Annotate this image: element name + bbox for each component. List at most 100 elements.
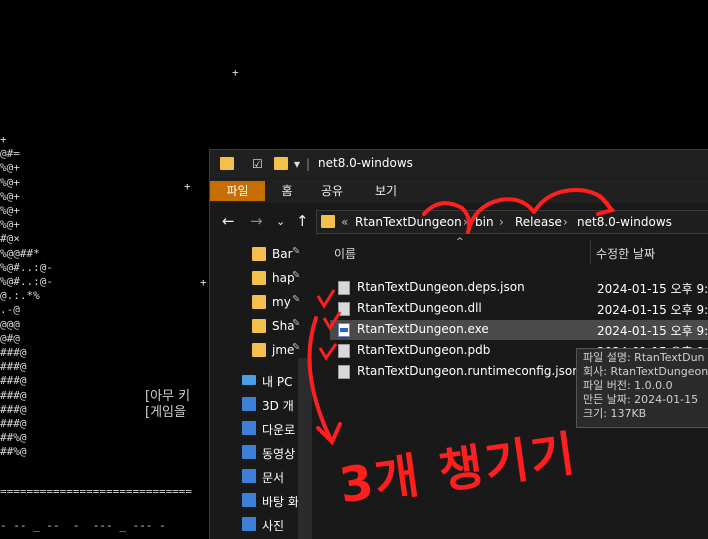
pin-icon[interactable]: ✎ [292, 294, 300, 305]
properties-icon[interactable]: ☑ [252, 157, 263, 171]
breadcrumb-segment[interactable]: Release [515, 211, 562, 233]
sidebar-item-label: 내 PC [262, 375, 293, 389]
file-name: RtanTextDungeon.exe [357, 322, 489, 336]
window-title: net8.0-windows [318, 156, 413, 170]
folder-icon [252, 295, 266, 309]
forward-arrow-icon[interactable]: → [250, 212, 263, 230]
console-art-line: ###@ [0, 360, 27, 374]
console-plus-mark: + [184, 180, 191, 193]
back-arrow-icon[interactable]: ← [222, 212, 235, 230]
file-row[interactable]: RtanTextDungeon.exe 2024-01-15 오후 9:1 [330, 320, 708, 340]
pin-icon[interactable]: ✎ [292, 318, 300, 329]
sidebar-item[interactable]: Sha ✎ [242, 316, 322, 338]
sidebar-item-label: my [272, 295, 291, 309]
tab-file[interactable]: 파일 [210, 181, 265, 201]
console-art-line: .-@ [0, 303, 20, 317]
tooltip-created: 만든 날짜: 2024-01-15 [583, 393, 699, 406]
console-art-line: %@+ [0, 218, 20, 232]
tab-home[interactable]: 홈 [272, 181, 302, 201]
sort-chevron-icon: ^ [456, 237, 464, 247]
console-plus-mark: + [232, 66, 239, 79]
ribbon-tabs: 파일 홈 공유 보기 [210, 179, 708, 203]
pc-icon [242, 375, 256, 385]
title-bar: ☑ ▾ | net8.0-windows [210, 150, 708, 178]
console-art-line: @@@ [0, 317, 20, 331]
console-art-line: @#@ [0, 331, 20, 345]
new-folder-icon[interactable] [274, 157, 288, 173]
sidebar-item-label: 동영상 [262, 447, 296, 461]
address-bar[interactable]: « RtanTextDungeon › bin › Release › net8… [316, 210, 708, 234]
tooltip-company: 회사: RtanTextDungeon [583, 365, 708, 378]
console-prompt-2: [게임을 [145, 405, 191, 420]
console-plus-mark: + [200, 276, 207, 289]
console-art-line: ###@ [0, 374, 27, 388]
sidebar-item[interactable]: my ✎ [242, 292, 322, 314]
quick-access-dropdown-icon[interactable]: ▾ [294, 157, 300, 171]
file-date: 2024-01-15 오후 9:1 [597, 303, 708, 317]
address-row: ← → ⌄ ↑ « RtanTextDungeon › bin › Releas… [210, 206, 708, 236]
folder-icon [242, 421, 256, 435]
sidebar-item[interactable]: Bar ✎ [242, 244, 322, 266]
sidebar-item-label: 문서 [262, 471, 285, 485]
console-art-line: @.:.*% [0, 289, 40, 303]
navigation-scrollbar[interactable] [298, 358, 312, 539]
folder-icon [242, 517, 256, 531]
tab-view[interactable]: 보기 [368, 181, 404, 201]
file-date: 2024-01-15 오후 9:1 [597, 324, 708, 338]
file-row[interactable]: RtanTextDungeon.deps.json 2024-01-15 오후 9… [330, 278, 708, 298]
sidebar-item-label: Bar [272, 247, 293, 261]
file-name: RtanTextDungeon.deps.json [357, 280, 525, 294]
folder-icon [242, 445, 256, 459]
tooltip-description: 파일 설명: RtanTextDun [583, 351, 705, 364]
pin-icon[interactable]: ✎ [292, 342, 300, 353]
up-arrow-icon[interactable]: ↑ [296, 212, 309, 230]
console-art-line: @#= [0, 147, 20, 161]
console-art-line: ###@ [0, 346, 27, 359]
exe-file-icon [338, 323, 350, 337]
tab-share[interactable]: 공유 [314, 181, 350, 201]
console-art-line: %@+ [0, 189, 20, 203]
folder-icon [252, 319, 266, 333]
column-header-date[interactable]: 수정한 날짜 [596, 245, 655, 271]
folder-icon [252, 343, 266, 357]
breadcrumb-chevron-icon[interactable]: › [499, 211, 504, 233]
json-file-icon [338, 365, 350, 379]
breadcrumb-chevron-icon[interactable]: › [563, 211, 568, 233]
sidebar-item-label: 다운로 [262, 423, 296, 437]
recent-locations-chevron-icon[interactable]: ⌄ [276, 215, 285, 228]
breadcrumb-segment[interactable]: net8.0-windows [577, 211, 672, 233]
column-divider[interactable] [590, 240, 591, 264]
sidebar-item-label: 사진 [262, 519, 285, 533]
breadcrumb-chevron-icon[interactable]: › [463, 211, 468, 233]
console-bottom-line: - -- _ -- - --- _ --- - [0, 520, 166, 532]
file-row[interactable]: RtanTextDungeon.dll 2024-01-15 오후 9:1 [330, 299, 708, 319]
separator-icon: | [306, 157, 311, 171]
file-name: RtanTextDungeon.pdb [357, 343, 491, 357]
sidebar-item-label: 3D 개 [262, 399, 294, 413]
folder-icon [242, 493, 256, 507]
breadcrumb-segment[interactable]: RtanTextDungeon [355, 211, 462, 233]
console-art-line: ###@ [0, 417, 27, 430]
file-date: 2024-01-15 오후 9:1 [597, 282, 708, 296]
console-art-line: ##%@ [0, 431, 27, 445]
file-name: RtanTextDungeon.dll [357, 301, 482, 315]
sidebar-item-label: 바탕 화 [262, 495, 299, 509]
pin-icon[interactable]: ✎ [292, 270, 300, 281]
console-art-line: %@#..:@- [0, 275, 53, 288]
tooltip-size: 크기: 137KB [583, 407, 647, 420]
pin-icon[interactable]: ✎ [292, 246, 300, 257]
console-art-line: %@+ [0, 161, 20, 175]
breadcrumb-segment[interactable]: bin [475, 211, 494, 233]
column-header-name[interactable]: 이름 [334, 245, 356, 271]
console-art-line: %@+ [0, 175, 20, 189]
navigation-pane: Bar ✎ hap ✎ my ✎ Sha ✎ jme ✎ 내 PC 3D 개 다운로 동영상 문서 바탕 화사… [210, 238, 315, 539]
console-art-line: %@+ [0, 204, 20, 217]
console-art-line: + [0, 133, 7, 146]
tooltip-version: 파일 버전: 1.0.0.0 [583, 379, 673, 392]
pdb-file-icon [338, 344, 350, 358]
address-overflow[interactable]: « [341, 211, 348, 233]
folder-icon[interactable] [220, 157, 234, 173]
json-file-icon [338, 281, 350, 295]
console-art-line: ##%@ [0, 445, 27, 459]
sidebar-item[interactable]: hap ✎ [242, 268, 322, 290]
